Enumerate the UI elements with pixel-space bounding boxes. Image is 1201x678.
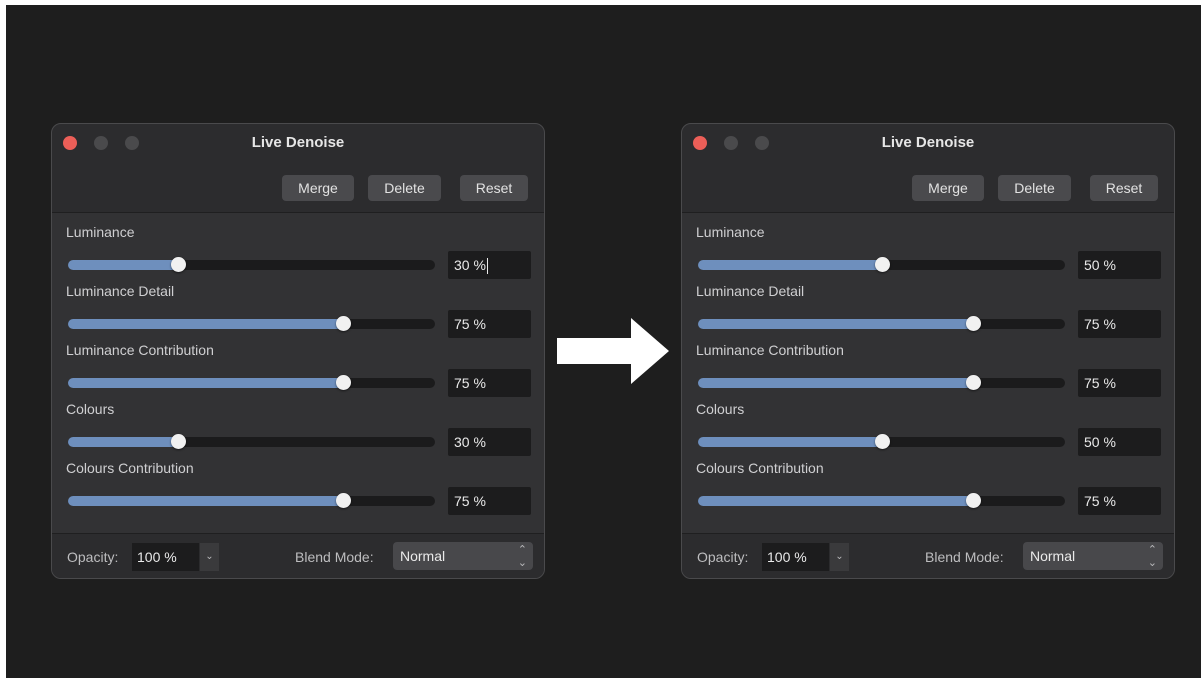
blend-mode-value: Normal	[1030, 548, 1076, 564]
blend-mode-select[interactable]: Normal ⌃ ⌄	[393, 542, 533, 570]
slider-handle[interactable]	[171, 434, 187, 449]
blend-mode-label: Blend Mode:	[925, 549, 1004, 565]
luminance-value-field[interactable]: 30 %	[448, 251, 531, 279]
slider-list: Luminance 30 % Luminance Detail 75 % Lum…	[52, 213, 544, 533]
slider-fill	[68, 496, 344, 506]
panel-footer: Opacity: 100 % ⌄ Blend Mode: Normal ⌃ ⌄	[52, 534, 544, 578]
blend-mode-label: Blend Mode:	[295, 549, 374, 565]
colours-contribution-slider[interactable]	[68, 493, 435, 508]
slider-fill	[698, 437, 882, 447]
reset-button[interactable]: Reset	[460, 175, 528, 201]
luminance-contribution-value-field[interactable]: 75 %	[448, 369, 531, 397]
luminance-detail-value-field[interactable]: 75 %	[448, 310, 531, 338]
panel-title: Live Denoise	[251, 134, 345, 151]
luminance-detail-value-field[interactable]: 75 %	[1078, 310, 1161, 338]
slider-handle[interactable]	[874, 257, 890, 272]
luminance-slider[interactable]	[698, 257, 1065, 272]
blend-mode-select[interactable]: Normal ⌃ ⌄	[1023, 542, 1163, 570]
opacity-field[interactable]: 100 %	[762, 543, 829, 571]
merge-button[interactable]: Merge	[282, 175, 354, 201]
luminance-contribution-value-field[interactable]: 75 %	[1078, 369, 1161, 397]
slider-handle[interactable]	[171, 257, 187, 272]
blend-mode-value: Normal	[400, 548, 446, 564]
luminance-contribution-label: Luminance Contribution	[696, 342, 844, 358]
luminance-value-text: 30 %	[454, 257, 486, 273]
slider-fill	[68, 260, 179, 270]
luminance-label: Luminance	[696, 224, 765, 240]
colours-label: Colours	[66, 401, 115, 417]
text-cursor	[486, 258, 488, 275]
up-down-chevron-icon: ⌃ ⌄	[1147, 544, 1157, 569]
colours-label: Colours	[696, 401, 745, 417]
colours-value-field[interactable]: 50 %	[1078, 428, 1161, 456]
colours-contribution-label: Colours Contribution	[66, 460, 194, 476]
luminance-contribution-label: Luminance Contribution	[66, 342, 214, 358]
luminance-detail-slider[interactable]	[698, 316, 1065, 331]
live-denoise-panel-before: Live Denoise Merge Delete Reset Luminanc…	[51, 123, 545, 579]
live-denoise-panel-after: Live Denoise Merge Delete Reset Luminanc…	[681, 123, 1175, 579]
slider-fill	[68, 378, 344, 388]
delete-button[interactable]: Delete	[368, 175, 441, 201]
merge-button[interactable]: Merge	[912, 175, 984, 201]
slider-fill	[68, 437, 179, 447]
opacity-label: Opacity:	[67, 549, 119, 565]
luminance-label: Luminance	[66, 224, 135, 240]
luminance-contribution-slider[interactable]	[698, 375, 1065, 390]
colours-contribution-slider[interactable]	[698, 493, 1065, 508]
title-bar[interactable]: Live Denoise	[52, 124, 544, 162]
colours-contribution-label: Colours Contribution	[696, 460, 824, 476]
luminance-value-field[interactable]: 50 %	[1078, 251, 1161, 279]
right-arrow-icon	[557, 318, 669, 384]
delete-button[interactable]: Delete	[998, 175, 1071, 201]
luminance-detail-label: Luminance Detail	[66, 283, 175, 299]
colours-contribution-value-field[interactable]: 75 %	[448, 487, 531, 515]
colours-contribution-value-field[interactable]: 75 %	[1078, 487, 1161, 515]
opacity-field[interactable]: 100 %	[132, 543, 199, 571]
chevron-down-icon[interactable]: ⌄	[200, 543, 219, 571]
slider-fill	[698, 319, 974, 329]
opacity-label: Opacity:	[697, 549, 749, 565]
slider-fill	[698, 260, 882, 270]
slider-fill	[698, 496, 974, 506]
luminance-slider[interactable]	[68, 257, 435, 272]
reset-button[interactable]: Reset	[1090, 175, 1158, 201]
slider-handle[interactable]	[874, 434, 890, 449]
colours-value-field[interactable]: 30 %	[448, 428, 531, 456]
title-bar[interactable]: Live Denoise	[682, 124, 1174, 162]
luminance-detail-label: Luminance Detail	[696, 283, 805, 299]
luminance-detail-slider[interactable]	[68, 316, 435, 331]
slider-fill	[68, 319, 344, 329]
up-down-chevron-icon: ⌃ ⌄	[517, 544, 527, 569]
slider-fill	[698, 378, 974, 388]
colours-slider[interactable]	[68, 434, 435, 449]
chevron-down-icon[interactable]: ⌄	[830, 543, 849, 571]
canvas-background: Live Denoise Merge Delete Reset Luminanc…	[6, 5, 1201, 678]
panel-footer: Opacity: 100 % ⌄ Blend Mode: Normal ⌃ ⌄	[682, 534, 1174, 578]
colours-slider[interactable]	[698, 434, 1065, 449]
slider-list: Luminance 50 % Luminance Detail 75 % Lum…	[682, 213, 1174, 533]
panel-title: Live Denoise	[881, 134, 975, 151]
luminance-contribution-slider[interactable]	[68, 375, 435, 390]
